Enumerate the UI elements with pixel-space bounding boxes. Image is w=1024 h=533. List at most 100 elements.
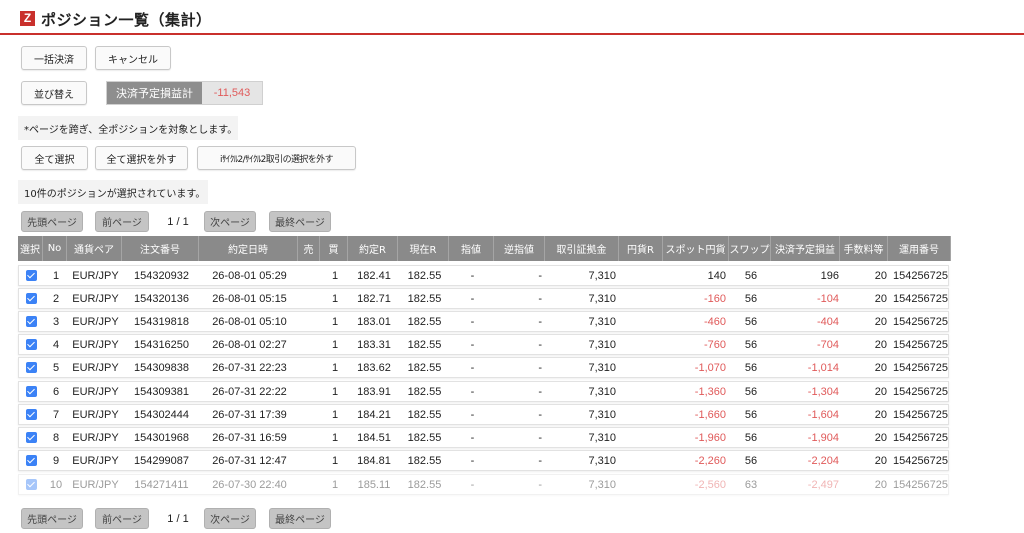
cell-no: 5 (52, 361, 60, 374)
cell-margin: 7,310 (588, 361, 616, 374)
column-header: 手数料等 (840, 236, 888, 261)
page-info-bottom: 1 / 1 (167, 512, 189, 525)
cell-limit: - (470, 454, 475, 467)
table-row[interactable]: 1 EUR/JPY 154320932 26-08-01 05:29 1 182.41 18… (18, 265, 949, 286)
cell-order: 154316250 (133, 338, 190, 351)
row-checkbox[interactable] (26, 455, 37, 466)
settlement-pl-label: 決済予定損益計 (107, 82, 202, 104)
table-row[interactable]: 5 EUR/JPY 154309838 26-07-31 22:23 1 183.62 18… (18, 357, 949, 378)
cell-current: 182.55 (407, 292, 442, 305)
cell-margin: 7,310 (588, 431, 616, 444)
cell-fee: 20 (874, 361, 887, 374)
select-all-button[interactable]: 全て選択 (21, 146, 88, 170)
prev-page-button-bottom[interactable]: 前ページ (95, 508, 149, 529)
cell-spot: -1,960 (694, 431, 726, 444)
cell-pair: EUR/JPY (72, 454, 119, 467)
deselect-all-button[interactable]: 全て選択を外す (95, 146, 188, 170)
cell-current: 182.55 (407, 454, 442, 467)
table-row[interactable]: 3 EUR/JPY 154319818 26-08-01 05:10 1 183.01 18… (18, 311, 949, 332)
cell-limit: - (470, 385, 475, 398)
cell-limit: - (470, 431, 475, 444)
cell-pair: EUR/JPY (72, 431, 119, 444)
cell-sell (299, 475, 321, 494)
row-checkbox[interactable] (26, 270, 37, 281)
cell-current: 182.55 (407, 361, 442, 374)
first-page-button[interactable]: 先頭ページ (21, 211, 83, 232)
bulk-settle-button[interactable]: 一括決済 (21, 46, 87, 70)
cell-limit: - (470, 292, 475, 305)
last-page-button[interactable]: 最終ページ (269, 211, 331, 232)
cell-sell (299, 358, 321, 377)
column-header: 運用番号 (888, 236, 951, 261)
cell-pl: -404 (816, 315, 839, 328)
table-row[interactable]: 8 EUR/JPY 154301968 26-07-31 16:59 1 184.51 18… (18, 427, 949, 448)
table-row[interactable]: 10 EUR/JPY 154271411 26-07-30 22:40 1 185.11 1… (18, 474, 949, 495)
cell-order: 154320932 (133, 269, 190, 282)
cell-limit: - (470, 269, 475, 282)
next-page-button[interactable]: 次ページ (204, 211, 256, 232)
cell-datetime: 26-08-01 02:27 (212, 338, 287, 351)
deselect-cycle-button[interactable]: iｻｲｸﾙ2/ｻｲｸﾙ2取引の選択を外す (197, 146, 356, 170)
cell-buy: 1 (331, 292, 339, 305)
row-select-cell (19, 266, 44, 285)
cell-pair: EUR/JPY (72, 292, 119, 305)
row-select-cell (19, 335, 44, 354)
cell-datetime: 26-07-31 12:47 (212, 454, 287, 467)
cell-spot: -460 (703, 315, 726, 328)
prev-page-button[interactable]: 前ページ (95, 211, 149, 232)
row-checkbox[interactable] (26, 339, 37, 350)
cell-spot: -1,660 (694, 408, 726, 421)
row-checkbox[interactable] (26, 293, 37, 304)
title-bar: Z ポジション一覧（集計） (0, 0, 1024, 35)
row-checkbox[interactable] (26, 432, 37, 443)
cell-stop: - (538, 478, 542, 491)
row-checkbox[interactable] (26, 409, 37, 420)
cell-limit: - (470, 361, 475, 374)
cell-mgmt: 154256725 (892, 385, 949, 398)
row-checkbox[interactable] (26, 316, 37, 327)
row-checkbox[interactable] (26, 386, 37, 397)
cell-yen (620, 428, 664, 447)
row-checkbox[interactable] (26, 479, 37, 490)
cell-mgmt: 154256725 (892, 315, 949, 328)
row-checkbox[interactable] (26, 362, 37, 373)
cell-datetime: 26-08-01 05:15 (212, 292, 287, 305)
cell-datetime: 26-07-31 22:23 (212, 361, 287, 374)
cell-order: 154309381 (133, 385, 190, 398)
row-select-cell (19, 405, 44, 424)
table-row[interactable]: 9 EUR/JPY 154299087 26-07-31 12:47 1 184.81 18… (18, 450, 949, 471)
cell-stop: - (538, 338, 542, 351)
cell-spot: -2,560 (694, 478, 726, 491)
cell-margin: 7,310 (588, 478, 616, 491)
last-page-button-bottom[interactable]: 最終ページ (269, 508, 331, 529)
column-header: 注文番号 (122, 236, 199, 261)
first-page-button-bottom[interactable]: 先頭ページ (21, 508, 83, 529)
cell-fee: 20 (874, 385, 887, 398)
cell-swap: 56 (744, 361, 758, 374)
sort-button[interactable]: 並び替え (21, 81, 87, 105)
table-row[interactable]: 6 EUR/JPY 154309381 26-07-31 22:22 1 183.91 18… (18, 381, 949, 402)
row-select-cell (19, 358, 44, 377)
cell-rate: 184.81 (357, 454, 391, 467)
table-row[interactable]: 7 EUR/JPY 154302444 26-07-31 17:39 1 184.21 18… (18, 404, 949, 425)
cell-rate: 185.11 (357, 478, 391, 491)
cell-swap: 56 (744, 338, 758, 351)
cell-pair: EUR/JPY (72, 269, 119, 282)
cell-swap: 56 (744, 454, 758, 467)
cell-mgmt: 154256725 (892, 361, 949, 374)
cell-order: 154271411 (134, 478, 189, 491)
cell-mgmt: 154256725 (892, 478, 949, 491)
table-row[interactable]: 2 EUR/JPY 154320136 26-08-01 05:15 1 182.71 18… (18, 288, 949, 309)
cell-pl: -1,904 (807, 431, 839, 444)
cell-sell (299, 451, 321, 470)
cell-stop: - (538, 454, 542, 467)
table-row[interactable]: 4 EUR/JPY 154316250 26-08-01 02:27 1 183.31 18… (18, 334, 949, 355)
next-page-button-bottom[interactable]: 次ページ (204, 508, 256, 529)
cell-margin: 7,310 (588, 385, 616, 398)
cancel-button[interactable]: キャンセル (95, 46, 171, 70)
cell-swap: 56 (744, 385, 758, 398)
cell-no: 3 (52, 315, 60, 328)
cell-pair: EUR/JPY (72, 315, 119, 328)
cell-stop: - (538, 269, 542, 282)
row-select-cell (19, 451, 44, 470)
